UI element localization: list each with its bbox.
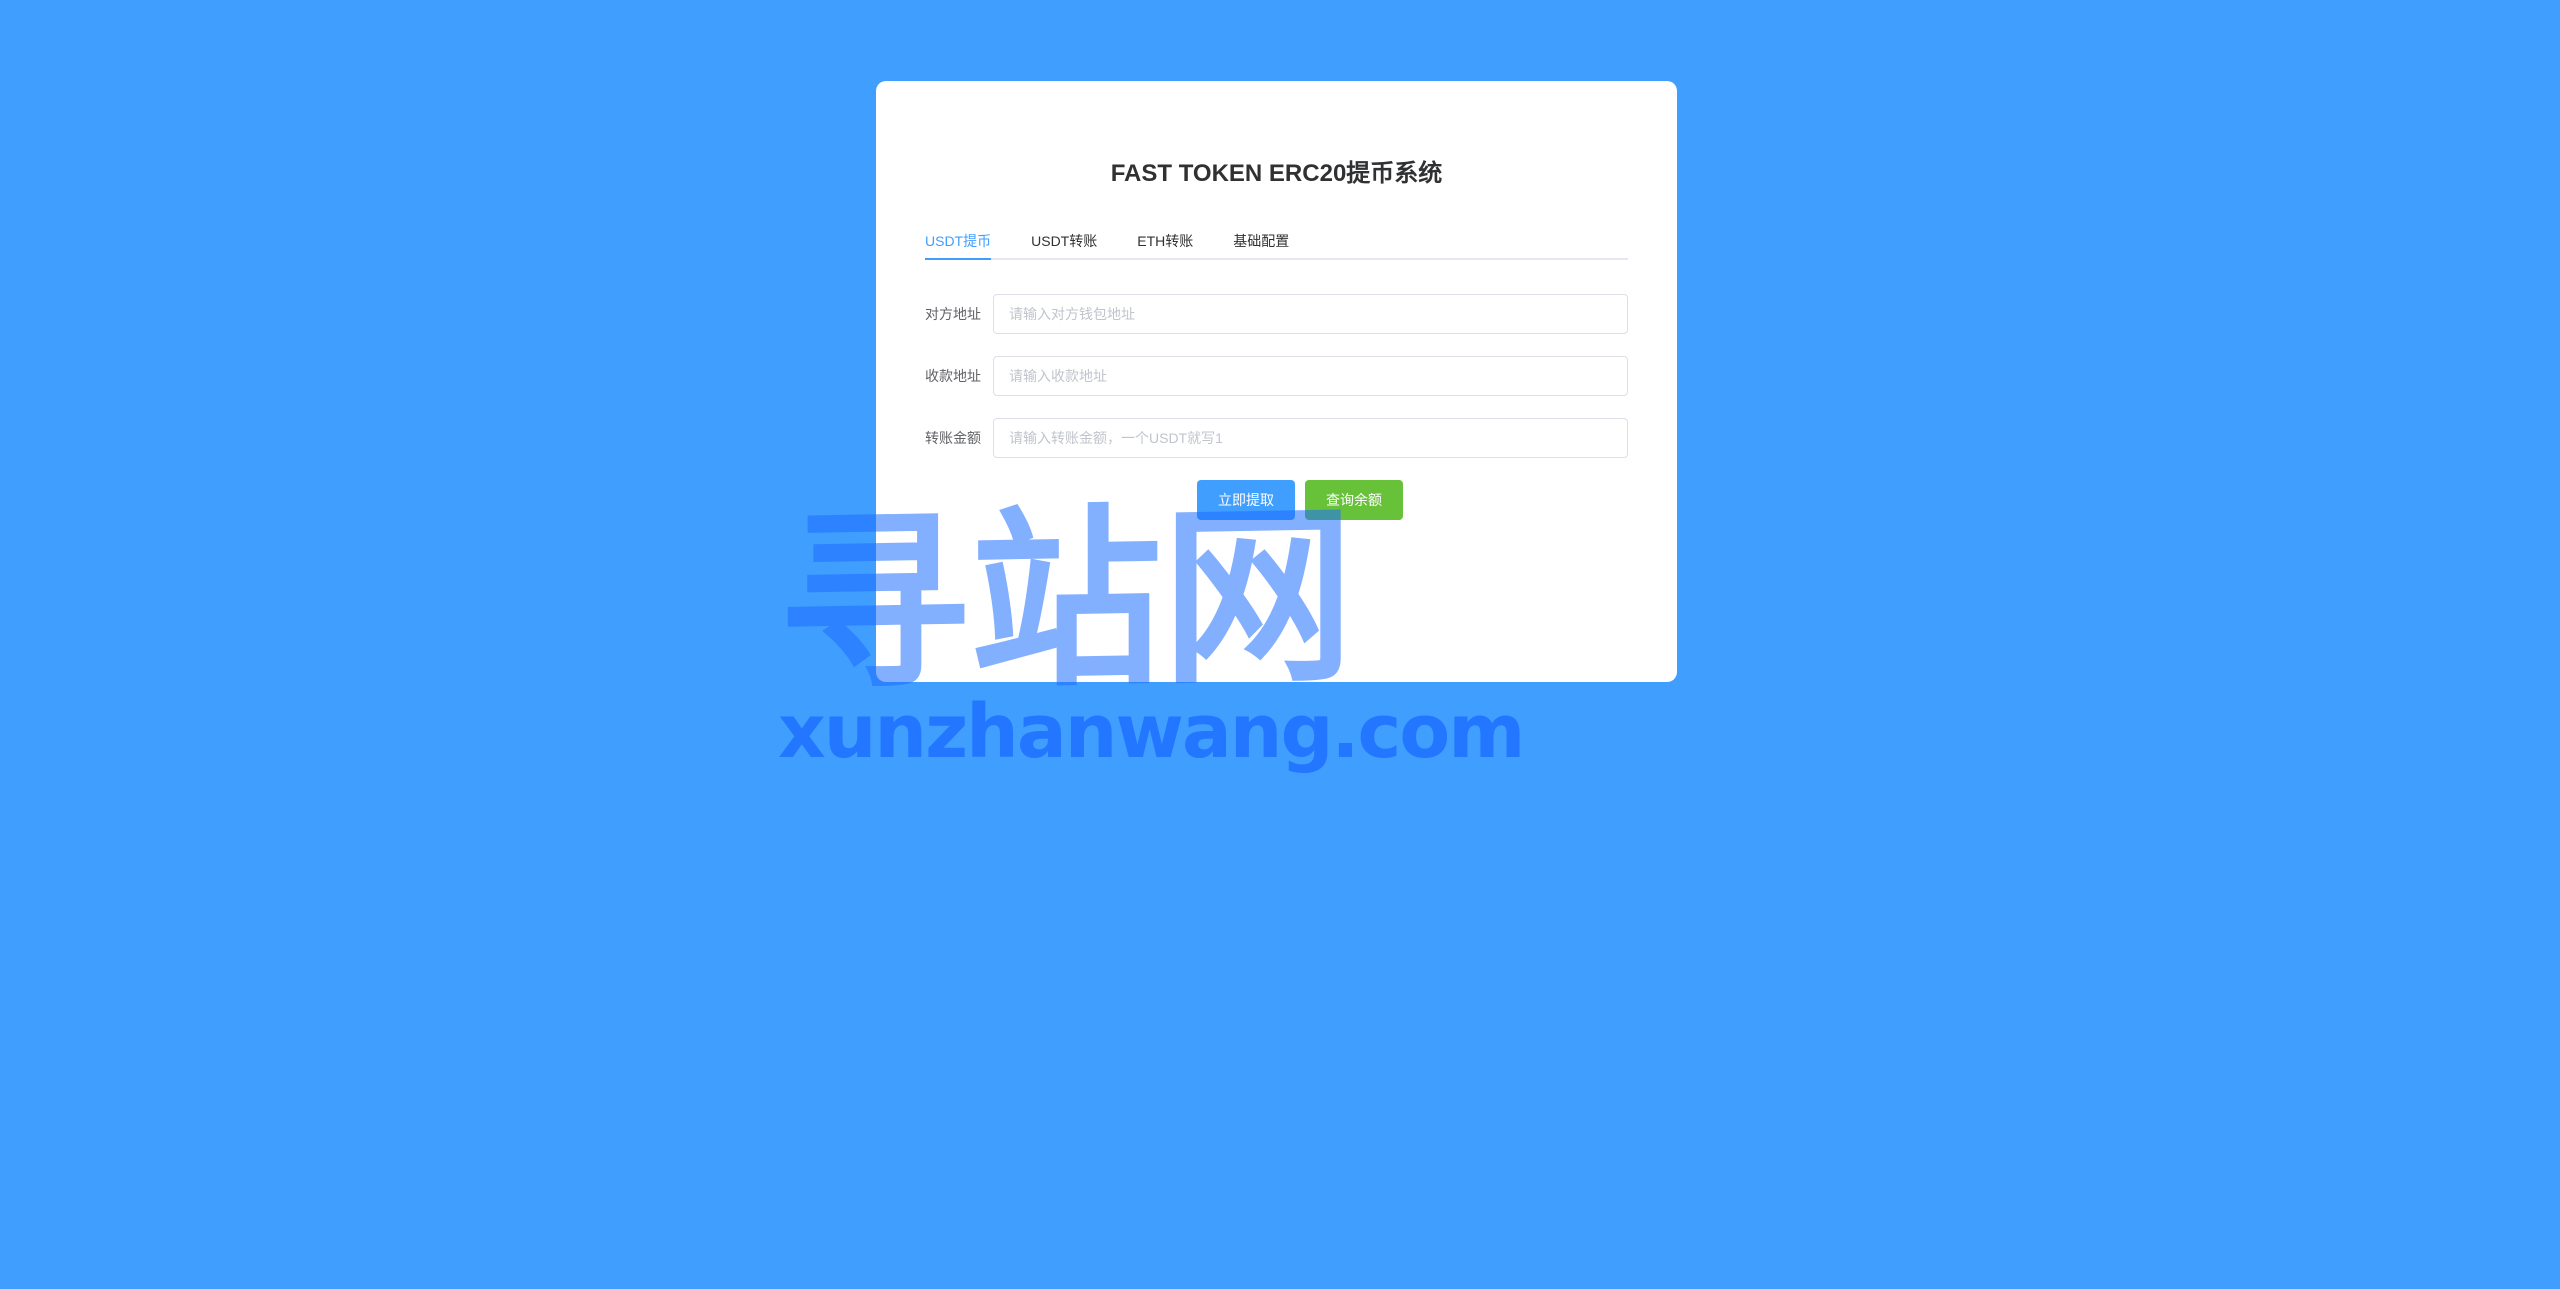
page-background: { "title": "FAST TOKEN ERC20提币系统", "tabs… bbox=[0, 0, 2560, 1289]
withdraw-button[interactable]: 立即提取 bbox=[1197, 480, 1295, 520]
tab-usdt-transfer[interactable]: USDT转账 bbox=[1031, 220, 1097, 258]
tab-bar: USDT提币 USDT转账 ETH转账 基础配置 bbox=[925, 220, 1628, 260]
recipient-address-label: 对方地址 bbox=[925, 306, 981, 322]
action-buttons: 立即提取 查询余额 bbox=[876, 480, 1677, 520]
withdraw-panel: FAST TOKEN ERC20提币系统 USDT提币 USDT转账 ETH转账… bbox=[876, 81, 1677, 682]
tab-basic-config[interactable]: 基础配置 bbox=[1233, 220, 1289, 258]
tab-eth-transfer[interactable]: ETH转账 bbox=[1137, 220, 1193, 258]
amount-row: 转账金额 bbox=[925, 418, 1628, 458]
amount-label: 转账金额 bbox=[925, 430, 981, 446]
amount-input[interactable] bbox=[993, 418, 1628, 458]
receive-address-label: 收款地址 bbox=[925, 368, 981, 384]
receive-address-input[interactable] bbox=[993, 356, 1628, 396]
watermark-url: xunzhanwang.com bbox=[778, 689, 1525, 775]
page-title: FAST TOKEN ERC20提币系统 bbox=[1110, 160, 1443, 187]
tab-usdt-withdraw[interactable]: USDT提币 bbox=[925, 220, 992, 260]
recipient-address-input[interactable] bbox=[993, 294, 1628, 334]
receive-address-row: 收款地址 bbox=[925, 356, 1628, 396]
recipient-address-row: 对方地址 bbox=[925, 294, 1628, 334]
check-balance-button[interactable]: 查询余额 bbox=[1305, 480, 1403, 520]
